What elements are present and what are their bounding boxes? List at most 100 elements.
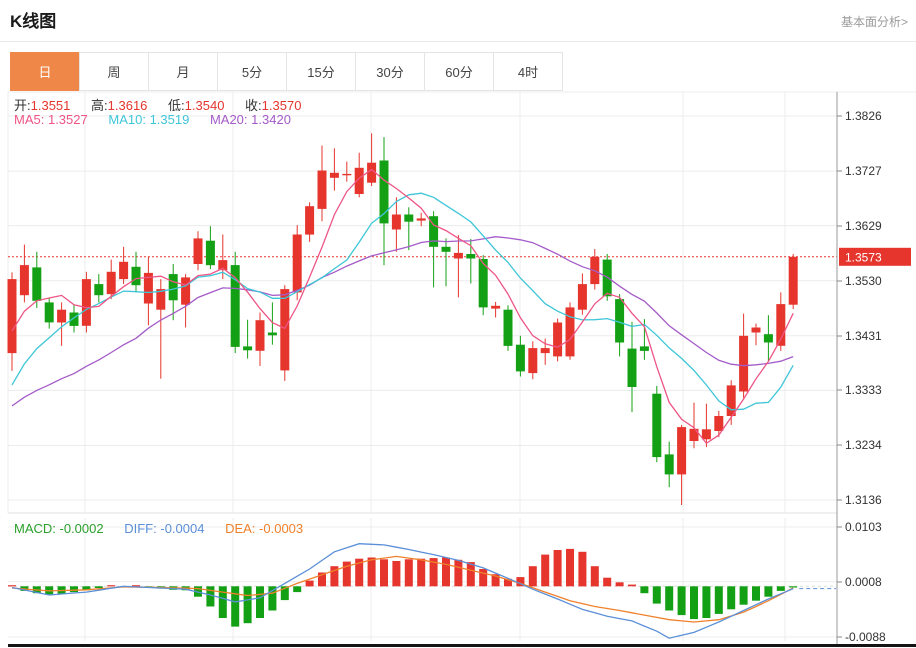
- bottom-divider: [8, 644, 916, 647]
- ohlc-low: 低:1.3540: [168, 98, 224, 113]
- macd-bar: [628, 585, 636, 587]
- ma10-item: MA10: 1.3519: [108, 112, 189, 127]
- dea-line: [12, 556, 793, 622]
- price-axis-label: 1.3234: [845, 438, 882, 452]
- macd-bar: [603, 578, 611, 587]
- candle-body: [392, 215, 401, 230]
- candle-body: [342, 174, 351, 175]
- candle-body: [169, 274, 178, 300]
- ma20-line: [12, 237, 793, 406]
- candle-body: [553, 323, 562, 357]
- candle-body: [739, 336, 748, 392]
- macd-bar: [678, 586, 686, 615]
- candle-body: [702, 429, 711, 439]
- macd-bar: [107, 585, 115, 586]
- candle-body: [714, 416, 723, 431]
- macd-bar: [616, 582, 624, 586]
- macd-label: MACD:: [14, 521, 56, 536]
- macd-bar: [479, 569, 487, 586]
- ohlc-close: 收:1.3570: [245, 98, 301, 113]
- macd-axis-label: 0.0103: [845, 520, 882, 534]
- candle-body: [94, 284, 103, 295]
- macd-bar: [727, 586, 735, 609]
- candle-body: [417, 218, 426, 220]
- candle-body: [293, 235, 302, 293]
- ma10-label: MA10:: [108, 112, 146, 127]
- macd-bar: [541, 555, 549, 587]
- dea-label: DEA:: [225, 521, 255, 536]
- high-label: 高:: [91, 98, 108, 113]
- candle-body: [442, 247, 451, 252]
- macd-bar: [454, 560, 462, 587]
- candle-body: [45, 302, 54, 322]
- macd-legend: MACD: -0.0002 DIFF: -0.0004 DEA: -0.0003: [14, 521, 320, 536]
- price-axis-label: 1.3431: [845, 329, 882, 343]
- candle-body: [466, 254, 475, 259]
- dea-value: -0.0003: [259, 521, 303, 536]
- candle-body: [181, 277, 190, 304]
- ohlc-open: 开:1.3551: [14, 98, 70, 113]
- candle-body: [764, 334, 773, 342]
- candle-body: [541, 348, 550, 353]
- candle-body: [727, 385, 736, 416]
- macd-bar: [529, 566, 537, 586]
- macd-bar: [702, 586, 710, 618]
- macd-bar: [578, 552, 586, 587]
- macd-bar: [95, 586, 103, 588]
- candle-body: [491, 306, 500, 309]
- candle-body: [119, 262, 128, 279]
- ma20-value: 1.3420: [251, 112, 291, 127]
- high-value: 1.3616: [108, 98, 148, 113]
- open-label: 开:: [14, 98, 31, 113]
- open-value: 1.3551: [31, 98, 71, 113]
- low-value: 1.3540: [185, 98, 225, 113]
- price-axis-label: 1.3629: [845, 219, 882, 233]
- ma-legend: MA5: 1.3527 MA10: 1.3519 MA20: 1.3420: [14, 112, 308, 127]
- close-label: 收:: [245, 98, 262, 113]
- low-label: 低:: [168, 98, 185, 113]
- macd-bar: [244, 586, 252, 623]
- candle-body: [32, 267, 41, 300]
- candle-body: [578, 284, 587, 310]
- ma5-line: [12, 170, 793, 444]
- macd-bar: [740, 586, 748, 604]
- candle-body: [628, 349, 637, 387]
- macd-bar: [715, 586, 723, 614]
- candle-body: [243, 346, 252, 350]
- diff-value: -0.0004: [160, 521, 204, 536]
- macd-bar: [653, 586, 661, 603]
- dea-item: DEA: -0.0003: [225, 521, 303, 536]
- macd-bar: [752, 586, 760, 600]
- ma5-value: 1.3527: [48, 112, 88, 127]
- macd-bar: [566, 549, 574, 586]
- candle-body: [107, 272, 116, 294]
- ma10-value: 1.3519: [150, 112, 190, 127]
- candle-body: [789, 257, 798, 305]
- macd-bar: [554, 550, 562, 586]
- candle-body: [528, 348, 537, 373]
- macd-bar: [591, 566, 599, 586]
- macd-bar: [442, 558, 450, 587]
- diff-item: DIFF: -0.0004: [124, 521, 204, 536]
- price-axis-label: 1.3136: [845, 493, 882, 507]
- macd-bar: [8, 585, 16, 586]
- candle-body: [57, 310, 66, 323]
- macd-bar: [306, 581, 314, 587]
- macd-bar: [219, 586, 227, 618]
- macd-bar: [70, 586, 78, 592]
- macd-bar: [368, 558, 376, 587]
- current-price-badge-text: 1.3573: [845, 250, 882, 264]
- price-axis-label: 1.3530: [845, 274, 882, 288]
- macd-bar: [690, 586, 698, 619]
- candle-body: [256, 320, 265, 351]
- candle-body: [82, 279, 91, 326]
- candle-body: [404, 215, 413, 222]
- candle-body: [752, 328, 761, 333]
- macd-bar: [380, 559, 388, 586]
- macd-bar: [640, 586, 648, 593]
- candle-body: [665, 454, 674, 474]
- macd-bar: [231, 586, 239, 626]
- candle-body: [268, 333, 277, 336]
- candle-body: [206, 241, 215, 266]
- candle-body: [8, 279, 17, 353]
